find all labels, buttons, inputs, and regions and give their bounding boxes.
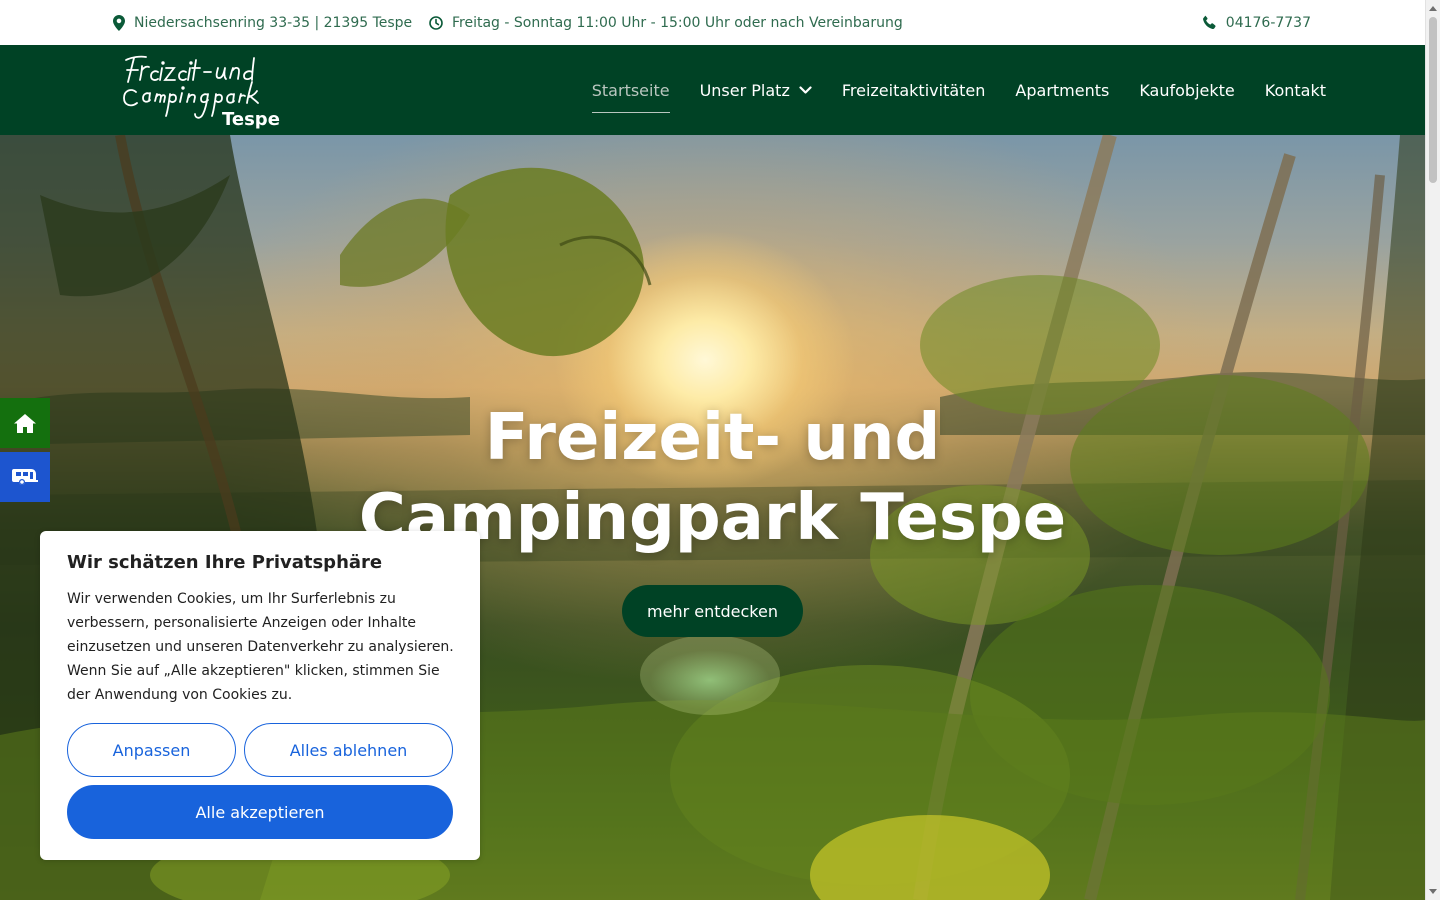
address-info: Niedersachsenring 33-35 | 21395 Tespe xyxy=(113,0,412,45)
hours-info: Freitag - Sonntag 11:00 Uhr - 15:00 Uhr … xyxy=(429,0,903,45)
home-icon xyxy=(14,413,36,433)
hours-text: Freitag - Sonntag 11:00 Uhr - 15:00 Uhr … xyxy=(452,14,903,31)
reject-all-cookies-button[interactable]: Alles ablehnen xyxy=(244,723,453,777)
phone-icon xyxy=(1202,15,1216,30)
cookie-consent-banner: Wir schätzen Ihre Privatsphäre Wir verwe… xyxy=(40,531,480,860)
nav-label: Kontakt xyxy=(1264,80,1326,100)
cookie-text: Wir verwenden Cookies, um Ihr Surferlebn… xyxy=(67,591,454,703)
nav-item-freizeitaktivitaeten[interactable]: Freizeitaktivitäten xyxy=(842,81,986,100)
nav-label: Kaufobjekte xyxy=(1139,80,1235,100)
phone-text: 04176-7737 xyxy=(1225,14,1311,31)
nav-item-startseite[interactable]: Startseite xyxy=(591,80,670,113)
cookie-title: Wir schätzen Ihre Privatsphäre xyxy=(67,552,383,573)
scroll-up-arrow-icon[interactable] xyxy=(1429,6,1437,11)
scrollbar-thumb[interactable] xyxy=(1429,17,1437,183)
phone-link[interactable]: 04176-7737 xyxy=(1202,0,1311,45)
nav-label: Unser Platz xyxy=(699,80,790,100)
side-camper-button[interactable] xyxy=(0,452,50,502)
logo-subtitle: Tespe xyxy=(222,109,280,130)
nav-label: Startseite xyxy=(591,80,670,100)
clock-icon xyxy=(429,15,443,30)
nav-label: Apartments xyxy=(1015,80,1110,100)
nav-item-apartments[interactable]: Apartments xyxy=(1015,81,1109,100)
top-info-bar: Niedersachsenring 33-35 | 21395 Tespe Fr… xyxy=(0,0,1425,45)
page: Niedersachsenring 33-35 | 21395 Tespe Fr… xyxy=(0,0,1440,900)
site-logo[interactable]: Tespe xyxy=(122,52,282,130)
nav-item-unser-platz[interactable]: Unser Platz xyxy=(700,81,812,100)
customize-cookies-button[interactable]: Anpassen xyxy=(67,723,236,777)
page-scrollbar[interactable] xyxy=(1425,0,1440,900)
nav-item-kaufobjekte[interactable]: Kaufobjekte xyxy=(1139,81,1234,100)
address-text: Niedersachsenring 33-35 | 21395 Tespe xyxy=(134,14,413,31)
nav-label: Freizeitaktivitäten xyxy=(841,80,986,100)
hero-title-line1: Freizeit- und xyxy=(484,401,941,475)
chevron-down-icon xyxy=(799,85,812,94)
camper-icon xyxy=(12,469,38,486)
location-pin-icon xyxy=(113,14,125,31)
nav-item-kontakt[interactable]: Kontakt xyxy=(1265,81,1326,100)
scroll-down-arrow-icon[interactable] xyxy=(1429,889,1437,894)
main-nav: Startseite Unser Platz Freizeitaktivität… xyxy=(562,45,1326,135)
accept-all-cookies-button[interactable]: Alle akzeptieren xyxy=(67,785,453,839)
side-home-button[interactable] xyxy=(0,398,50,448)
discover-more-button[interactable]: mehr entdecken xyxy=(622,585,803,637)
